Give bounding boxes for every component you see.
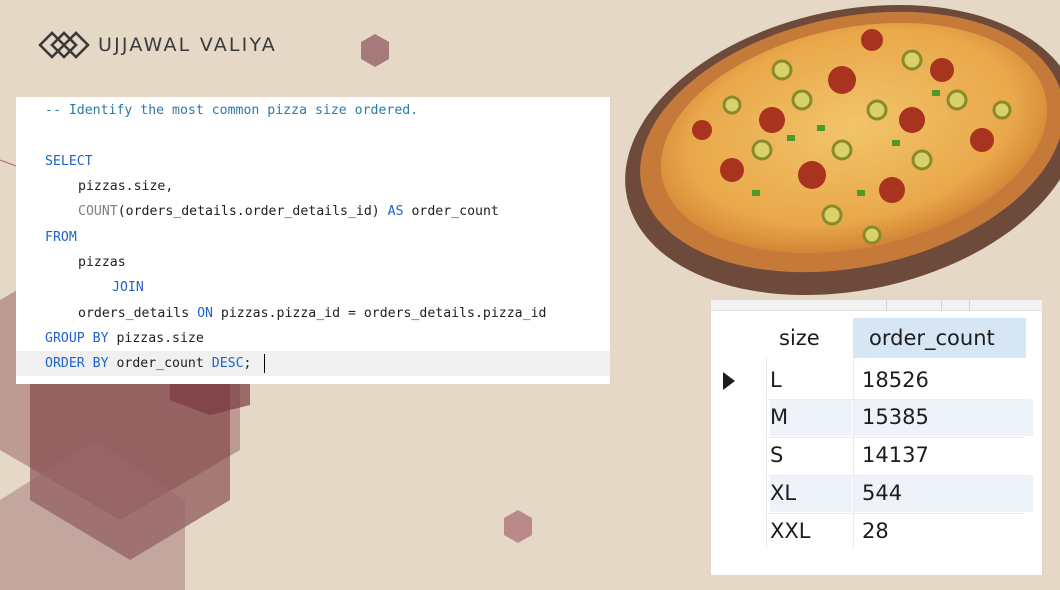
sql-comment: -- Identify the most common pizza size o…: [45, 103, 419, 118]
sql-join-keyword: JOIN: [112, 280, 144, 295]
grid-line: [766, 513, 1024, 514]
sql-from-keyword: FROM: [45, 230, 77, 245]
code-line-select: SELECT: [16, 149, 610, 174]
cell-size[interactable]: L: [770, 362, 852, 399]
grid-strip-separator: [886, 300, 887, 310]
sql-count-function: COUNT: [78, 204, 118, 219]
grid-strip-separator: [941, 300, 942, 310]
code-line-on: orders_details ON pizzas.pizza_id = orde…: [16, 301, 610, 326]
grid-line: [853, 358, 854, 548]
sql-column-size: pizzas.size,: [78, 179, 174, 194]
brand-header: UJJAWAL VALIYA: [38, 27, 277, 63]
cell-order-count[interactable]: 15385: [853, 399, 1033, 436]
grid-line: [766, 437, 1024, 438]
small-hexagon-bottom: [504, 510, 532, 543]
sql-table-pizzas: pizzas: [78, 255, 126, 270]
sql-count-argument: (orders_details.order_details_id): [117, 204, 388, 219]
grid-line: [766, 358, 767, 548]
grid-line: [766, 399, 1024, 400]
table-row[interactable]: XXL 28: [711, 513, 1042, 551]
sql-on-keyword: ON: [197, 306, 213, 321]
sql-order-column: order_count: [108, 356, 212, 371]
sql-editor-panel[interactable]: -- Identify the most common pizza size o…: [16, 97, 610, 384]
interlocking-diamond-logo-icon: [38, 31, 90, 59]
column-header-size[interactable]: size: [779, 318, 863, 358]
code-line-col1: pizzas.size,: [16, 174, 610, 199]
code-line-comment: -- Identify the most common pizza size o…: [16, 98, 610, 123]
cell-order-count[interactable]: 28: [862, 513, 1022, 550]
table-row[interactable]: L 18526: [711, 362, 1042, 400]
text-caret: [264, 354, 265, 373]
small-hexagon-top: [361, 34, 389, 67]
sql-desc-keyword: DESC: [211, 356, 244, 371]
sql-order-by-keyword: ORDER BY: [45, 356, 109, 371]
code-line-table1: pizzas: [16, 250, 610, 275]
sql-join-condition: pizzas.pizza_id = orders_details.pizza_i…: [212, 306, 547, 321]
grid-top-strip: [711, 300, 1042, 311]
code-line-group: GROUP BY pizzas.size: [16, 326, 610, 351]
sql-alias: order_count: [403, 204, 499, 219]
code-line-count: COUNT (orders_details.order_details_id) A…: [16, 199, 610, 224]
sql-table-orders-details: orders_details: [78, 306, 198, 321]
sql-group-by-keyword: GROUP BY: [45, 331, 109, 346]
sql-semicolon: ;: [243, 356, 252, 371]
cell-size[interactable]: M: [770, 399, 852, 436]
column-header-order-count[interactable]: order_count: [853, 318, 1026, 358]
brand-name: UJJAWAL VALIYA: [98, 34, 278, 56]
grid-strip-separator: [969, 300, 970, 310]
sql-group-column: pizzas.size: [108, 331, 204, 346]
cell-size[interactable]: XL: [770, 475, 852, 512]
code-line-order-current: ORDER BY order_count DESC;: [16, 351, 610, 376]
cell-order-count[interactable]: 14137: [862, 437, 1022, 474]
code-line-join: JOIN: [16, 275, 610, 300]
cell-size[interactable]: XXL: [770, 513, 852, 550]
grid-line: [766, 475, 1024, 476]
cell-order-count[interactable]: 18526: [862, 362, 1022, 399]
pizza-photo: [622, 0, 1060, 300]
table-row[interactable]: XL 544: [711, 475, 1042, 513]
cell-size[interactable]: S: [770, 437, 852, 474]
sql-as-keyword: AS: [387, 204, 404, 219]
sql-select-keyword: SELECT: [45, 154, 93, 169]
table-row[interactable]: M 15385: [711, 399, 1042, 437]
table-row[interactable]: S 14137: [711, 437, 1042, 475]
code-line-from: FROM: [16, 225, 610, 250]
query-results-grid[interactable]: size order_count L 18526 M 15385 S 14137…: [711, 300, 1042, 575]
cell-order-count[interactable]: 544: [853, 475, 1033, 512]
